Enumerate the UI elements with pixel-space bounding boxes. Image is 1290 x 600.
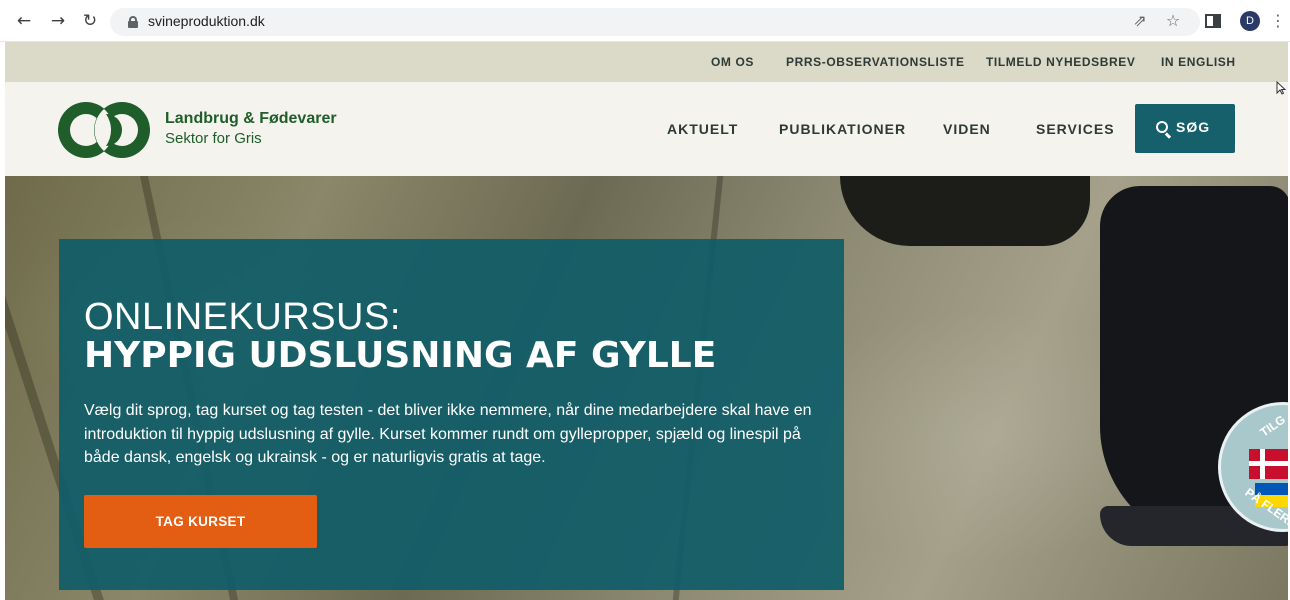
logo[interactable] xyxy=(56,100,152,160)
utility-link-prrs[interactable]: PRRS-OBSERVATIONSLISTE xyxy=(786,55,965,69)
back-arrow-icon[interactable]: ← xyxy=(14,11,34,31)
danish-flag-icon xyxy=(1249,449,1288,479)
hero-description: Vælg dit sprog, tag kurset og tag testen… xyxy=(84,402,812,466)
site-header: Landbrug & Fødevarer Sektor for Gris AKT… xyxy=(5,82,1288,176)
utility-nav: OM OS PRRS-OBSERVATIONSLISTE TILMELD NYH… xyxy=(5,42,1288,82)
sidepanel-icon[interactable] xyxy=(1203,11,1223,31)
hero-panel: ONLINEKURSUS: HYPPIG UDSLUSNING AF GYLLE… xyxy=(59,239,844,590)
nav-services[interactable]: SERVICES xyxy=(1036,121,1115,137)
forward-arrow-icon[interactable]: → xyxy=(48,11,68,31)
nav-publikationer[interactable]: PUBLIKATIONER xyxy=(779,121,906,137)
nav-aktuelt[interactable]: AKTUELT xyxy=(667,121,738,137)
mouse-cursor-icon xyxy=(1276,80,1287,95)
search-button[interactable]: SØG xyxy=(1135,104,1235,153)
reload-icon[interactable]: ↻ xyxy=(80,11,100,31)
browser-toolbar: ← → ↻ svineproduktion.dk ⇗ ☆ D ⋮ xyxy=(0,0,1290,42)
search-icon xyxy=(1156,121,1168,133)
hero-kicker: ONLINEKURSUS: xyxy=(84,296,401,338)
utility-link-newsletter[interactable]: TILMELD NYHEDSBREV xyxy=(986,55,1135,69)
profile-avatar[interactable]: D xyxy=(1240,11,1260,31)
utility-link-english[interactable]: IN ENGLISH xyxy=(1161,55,1236,69)
share-icon[interactable]: ⇗ xyxy=(1130,11,1150,31)
hero-headline: HYPPIG UDSLUSNING AF GYLLE xyxy=(84,335,717,376)
address-url[interactable]: svineproduktion.dk xyxy=(148,13,265,29)
address-bar[interactable]: svineproduktion.dk xyxy=(110,8,1200,36)
hero-banner: ONLINEKURSUS: HYPPIG UDSLUSNING AF GYLLE… xyxy=(5,176,1288,600)
menu-dots-icon[interactable]: ⋮ xyxy=(1268,11,1288,31)
search-button-label: SØG xyxy=(1176,119,1211,135)
take-course-button[interactable]: TAG KURSET xyxy=(84,495,317,548)
nav-viden[interactable]: VIDEN xyxy=(943,121,991,137)
star-icon[interactable]: ☆ xyxy=(1163,11,1183,31)
badge-text-top: TILG xyxy=(1257,412,1288,440)
brand-name[interactable]: Landbrug & Fødevarer xyxy=(165,110,337,128)
lock-icon[interactable] xyxy=(128,16,138,28)
utility-link-om-os[interactable]: OM OS xyxy=(711,55,754,69)
boot-image xyxy=(840,176,1090,246)
brand-subtitle[interactable]: Sektor for Gris xyxy=(165,130,262,147)
